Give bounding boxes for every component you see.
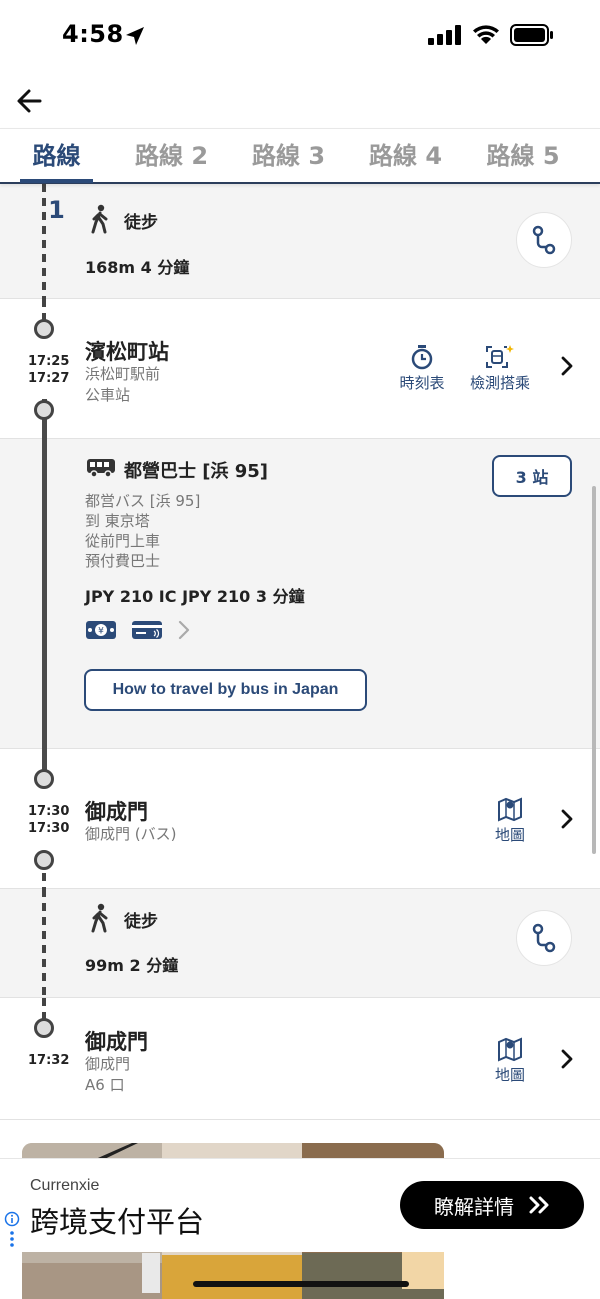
map-label: 地圖 [494, 826, 525, 844]
bus-line-native: 都営バス [浜 95] [85, 492, 201, 510]
svg-text:¥: ¥ [98, 627, 104, 637]
ad-headline: 跨境支付平台 [30, 1205, 205, 1239]
timetable-button[interactable]: 時刻表 [396, 344, 448, 393]
check-boarding-button[interactable]: 檢測搭乘 [465, 344, 535, 393]
ad-cta-label: 瞭解詳情 [434, 1194, 514, 1219]
status-time: 4:58 [62, 20, 124, 48]
check-boarding-label: 檢測搭乘 [469, 374, 530, 392]
arrival-time: 17:25 [28, 354, 70, 369]
scrollbar[interactable] [592, 486, 596, 854]
back-arrow-icon [17, 89, 42, 113]
chevron-right-icon[interactable] [560, 1048, 574, 1074]
tab-route-5[interactable]: 路線 5 [485, 129, 561, 183]
walk-distance-time: 99m 2 分鐘 [85, 956, 179, 975]
walk-segment: 徒步 168m 4 分鐘 [0, 184, 600, 299]
timeline-node [34, 850, 54, 870]
map-button[interactable]: 地圖 [490, 796, 530, 845]
route-icon [532, 923, 556, 953]
route-tabs: 路線 1 路線 2 路線 3 路線 4 路線 5 [0, 128, 600, 224]
walk-segment: 徒步 99m 2 分鐘 [0, 889, 600, 998]
walk-route-button[interactable] [516, 212, 572, 268]
station-stop: 17:32 御成門 御成門 A6 口 地圖 [0, 998, 600, 1120]
stops-count-button[interactable]: 3 站 [492, 455, 572, 497]
chevron-right-icon [178, 620, 190, 640]
map-icon [498, 797, 522, 822]
walk-label: 徒步 [124, 912, 158, 932]
status-bar: 4:58 [0, 0, 600, 72]
timeline-node [34, 400, 54, 420]
ad-cta-button[interactable]: 瞭解詳情 [400, 1181, 584, 1229]
walk-line [42, 889, 46, 998]
map-icon [498, 1037, 522, 1062]
station-sub-name: 浜松町駅前 [85, 365, 161, 383]
departure-time: 17:27 [28, 371, 70, 386]
ic-card-icon [132, 621, 162, 639]
station-stop: 17:30 17:30 御成門 御成門 (バス) 地圖 [0, 749, 600, 889]
ad-banner[interactable]: Currenxie 跨境支付平台 瞭解詳情 [0, 1158, 600, 1252]
station-name[interactable]: 御成門 [85, 796, 148, 826]
station-type: 公車站 [85, 386, 131, 404]
ad-brand: Currenxie [30, 1177, 100, 1194]
station-stop: 17:25 17:27 濱松町站 浜松町駅前 公車站 時刻表 檢測搭乘 [0, 299, 600, 439]
back-button[interactable] [12, 84, 46, 118]
tab-route-1[interactable]: 路線 1 [20, 129, 93, 224]
map-button[interactable]: 地圖 [490, 1036, 530, 1085]
clock-icon [411, 345, 433, 370]
payment-methods[interactable]: ¥ [85, 619, 191, 641]
arrival-time: 17:30 [28, 804, 70, 819]
arrival-time: 17:32 [28, 1053, 70, 1068]
bus-line [42, 439, 47, 749]
station-sub-name: 御成門 (バス) [85, 825, 177, 843]
bus-direction: 到 東京塔 [85, 512, 150, 530]
route-detail: 徒步 168m 4 分鐘 17:25 17:27 濱松町站 浜松町駅前 公車站 … [0, 184, 600, 1299]
chevron-right-icon[interactable] [560, 355, 574, 381]
timeline-node [34, 769, 54, 789]
double-chevron-icon [529, 1196, 549, 1214]
location-arrow-icon [124, 25, 146, 51]
wifi-icon [472, 25, 500, 49]
station-exit: A6 口 [85, 1076, 125, 1094]
walking-person-icon [88, 903, 112, 937]
timeline-node [34, 319, 54, 339]
fare-and-duration: JPY 210 IC JPY 210 3 分鐘 [85, 587, 305, 606]
departure-time: 17:30 [28, 821, 70, 836]
home-indicator[interactable] [193, 1281, 409, 1287]
route-icon [532, 225, 556, 255]
station-sub-name: 御成門 [85, 1055, 131, 1073]
signal-icon [428, 25, 462, 49]
walking-person-icon [88, 204, 112, 238]
chevron-right-icon[interactable] [560, 808, 574, 834]
bus-segment: 都營巴士 [浜 95] 3 站 都営バス [浜 95] 到 東京塔 從前門上車 … [0, 439, 600, 749]
station-name[interactable]: 御成門 [85, 1026, 148, 1056]
boarding-door: 從前門上車 [85, 532, 161, 550]
battery-icon [510, 24, 554, 50]
bus-line-name: 都營巴士 [浜 95] [124, 461, 269, 482]
walk-distance-time: 168m 4 分鐘 [85, 258, 190, 277]
map-label: 地圖 [494, 1066, 525, 1084]
bus-scan-icon [486, 345, 514, 368]
walk-route-button[interactable] [516, 910, 572, 966]
station-name[interactable]: 濱松町站 [85, 336, 169, 366]
tab-route-3[interactable]: 路線 3 [251, 129, 326, 183]
ad-info-icon[interactable] [4, 1211, 20, 1255]
walk-line [42, 184, 46, 299]
timeline-node [34, 1018, 54, 1038]
bus-icon [86, 457, 116, 483]
cash-yen-icon: ¥ [86, 621, 116, 639]
walk-label: 徒步 [124, 213, 158, 233]
timetable-label: 時刻表 [399, 374, 445, 392]
tab-route-2[interactable]: 路線 2 [134, 129, 209, 183]
how-to-bus-button[interactable]: How to travel by bus in Japan [84, 669, 367, 711]
tab-route-4[interactable]: 路線 4 [368, 129, 443, 183]
fare-type: 預付費巴士 [85, 552, 161, 570]
